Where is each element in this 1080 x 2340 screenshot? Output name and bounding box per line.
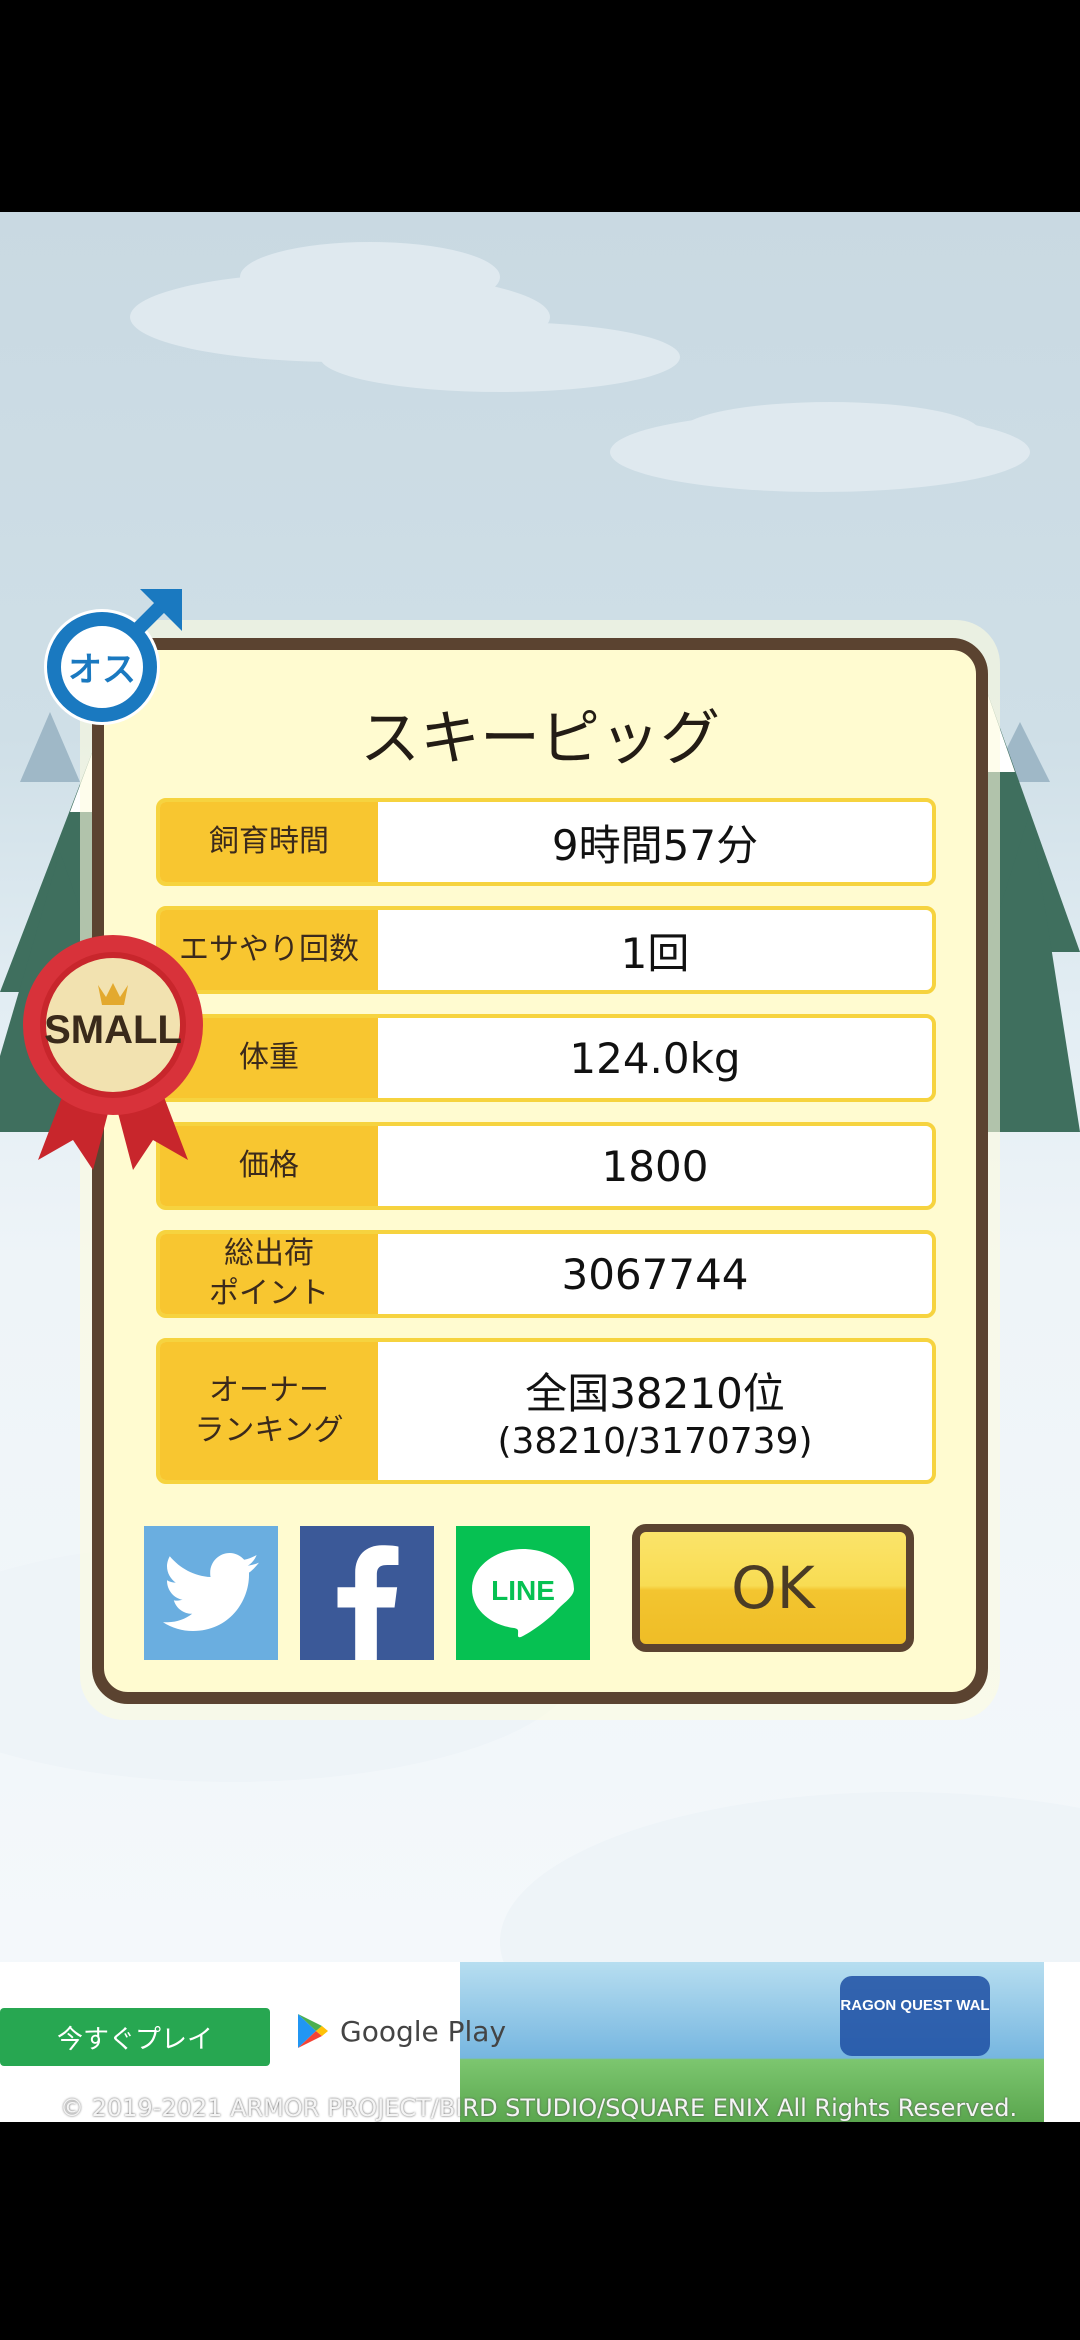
- svg-text:DRAGON QUEST WALK: DRAGON QUEST WALK: [840, 1997, 990, 2014]
- ok-button-label: OK: [731, 1554, 815, 1622]
- stat-row-feed-count: エサやり回数 1回: [156, 906, 936, 994]
- ad-banner[interactable]: DRAGON QUEST WALK 今すぐプレイ Google Play © 2…: [0, 1962, 1080, 2122]
- stat-row-owner-ranking: オーナー ランキング 全国38210位 (38210/3170739): [156, 1338, 936, 1484]
- ad-copyright: © 2019-2021 ARMOR PROJECT/BIRD STUDIO/SQ…: [60, 2094, 1018, 2122]
- pet-info-dialog: スキーピッグ 飼育時間 9時間57分 エサやり回数 1回 体重 124.0kg …: [92, 638, 988, 1704]
- stat-label: 総出荷 ポイント: [160, 1234, 378, 1314]
- svg-text:オス: オス: [68, 650, 136, 690]
- facebook-icon: [337, 1545, 399, 1660]
- stat-value: 1800: [378, 1126, 932, 1206]
- ranking-value: 全国38210位 (38210/3170739): [378, 1342, 932, 1480]
- svg-text:LINE: LINE: [491, 1575, 555, 1606]
- pet-name-title: スキーピッグ: [360, 704, 720, 774]
- ad-play-now-button[interactable]: 今すぐプレイ: [0, 2008, 270, 2066]
- stat-row-weight: 体重 124.0kg: [156, 1014, 936, 1102]
- stat-row-total-points: 総出荷 ポイント 3067744: [156, 1230, 936, 1318]
- stat-value: 1回: [378, 910, 932, 990]
- stat-value: 3067744: [378, 1234, 932, 1314]
- stat-label: 飼育時間: [160, 802, 378, 882]
- small-size-ribbon-badge: SMALL: [23, 935, 203, 1170]
- ranking-detail: (38210/3170739): [497, 1421, 813, 1462]
- stat-value: 9時間57分: [378, 802, 932, 882]
- svg-text:SMALL: SMALL: [44, 1008, 182, 1052]
- ranking-national: 全国38210位: [525, 1369, 785, 1418]
- line-share-button[interactable]: LINE: [456, 1526, 590, 1660]
- stat-label: オーナー ランキング: [160, 1342, 378, 1480]
- twitter-icon: [163, 1553, 259, 1631]
- google-play-icon: [298, 2014, 328, 2048]
- line-icon: LINE: [472, 1549, 574, 1638]
- google-play-link[interactable]: Google Play: [296, 2012, 506, 2050]
- twitter-share-button[interactable]: [144, 1526, 278, 1660]
- dragon-quest-walk-logo: DRAGON QUEST WALK: [840, 1976, 990, 2056]
- ok-button[interactable]: OK: [632, 1524, 914, 1652]
- facebook-share-button[interactable]: [300, 1526, 434, 1660]
- stat-value: 124.0kg: [378, 1018, 932, 1098]
- google-play-label: Google Play: [340, 2014, 507, 2048]
- male-gender-badge: オス: [44, 589, 182, 725]
- stat-row-price: 価格 1800: [156, 1122, 936, 1210]
- stat-row-raising-time: 飼育時間 9時間57分: [156, 798, 936, 886]
